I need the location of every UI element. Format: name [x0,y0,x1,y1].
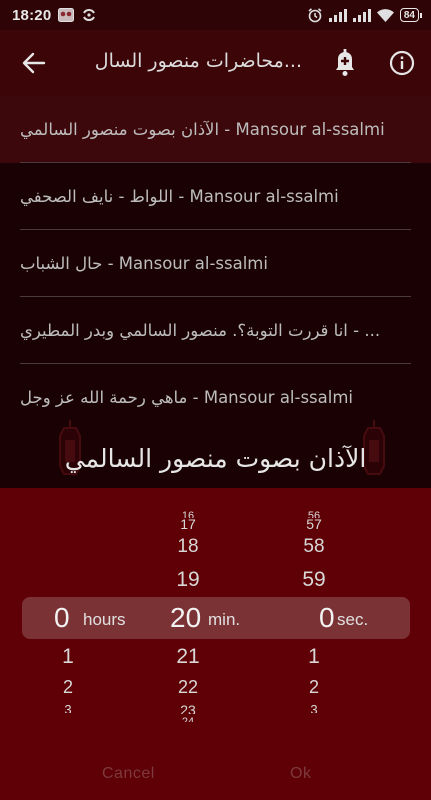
minutes-selected[interactable]: 20 [170,602,201,634]
signal-icon [352,8,371,22]
hours-option[interactable]: 3 [40,702,96,713]
list-item[interactable]: اللواط - نايف الصحفي - Mansour al-ssalmi [0,163,431,230]
bell-plus-icon[interactable] [330,47,360,79]
duration-picker: 1 2 3 16 17 18 19 21 22 23 24 56 57 58 5… [0,488,431,800]
minutes-option[interactable]: 18 [160,536,216,558]
list-item[interactable]: حال الشباب - Mansour al-ssalmi [0,230,431,297]
list-item-label: انا قررت التوبة؟. منصور السالمي وبدر الم… [20,321,381,340]
list-item-label: اللواط - نايف الصحفي - Mansour al-ssalmi [20,187,339,206]
lecture-list: الآذان بصوت منصور السالمي - Mansour al-s… [0,96,431,431]
minutes-option[interactable]: 17 [160,516,216,530]
info-icon[interactable] [388,49,416,77]
status-time: 18:20 [12,6,52,24]
signal-icon [328,8,347,22]
list-item[interactable]: انا قررت التوبة؟. منصور السالمي وبدر الم… [0,297,431,364]
sync-icon [81,7,97,23]
seconds-option[interactable]: 2 [286,677,342,698]
seconds-option[interactable]: 58 [286,536,342,558]
battery-icon: 84 [399,8,423,22]
photo-app-icon [58,8,75,22]
hours-unit-label: hours [83,610,126,629]
minutes-option[interactable]: 21 [160,645,216,669]
minutes-option[interactable]: 22 [160,677,216,698]
cancel-button[interactable]: Cancel [102,765,155,783]
list-item-label: حال الشباب - Mansour al-ssalmi [20,254,268,273]
status-right: 84 [307,7,423,23]
dialog-title: الآذان بصوت منصور السالمي [64,444,367,473]
list-item[interactable]: الآذان بصوت منصور السالمي - Mansour al-s… [0,96,431,163]
seconds-option[interactable]: 3 [286,702,342,713]
seconds-unit-label: sec. [337,610,369,629]
wifi-icon [376,8,394,22]
seconds-option[interactable]: 59 [286,568,342,592]
page-title: محاضرات منصور السال... [94,50,302,72]
alarm-icon [307,7,323,23]
status-left: 18:20 [12,7,97,24]
hours-selected[interactable]: 0 [54,602,70,634]
ok-button[interactable]: Ok [290,765,311,783]
seconds-option[interactable]: 57 [286,516,342,530]
minutes-unit-label: min. [208,610,241,629]
hours-option[interactable]: 2 [40,677,96,698]
status-bar: 18:20 84 [0,0,431,30]
hours-option[interactable]: 1 [40,645,96,669]
seconds-option[interactable]: 1 [286,645,342,669]
minutes-option[interactable]: 24 [160,716,216,722]
seconds-selected[interactable]: 0 [319,602,335,634]
list-item-label: ماهي رحمة الله عز وجل - Mansour al-ssalm… [20,388,354,407]
minutes-option[interactable]: 23 [160,702,216,714]
arrow-back-icon[interactable] [20,50,48,76]
app-toolbar: محاضرات منصور السال... [0,30,431,96]
minutes-option[interactable]: 19 [160,568,216,592]
list-item-label: الآذان بصوت منصور السالمي - Mansour al-s… [20,120,385,139]
